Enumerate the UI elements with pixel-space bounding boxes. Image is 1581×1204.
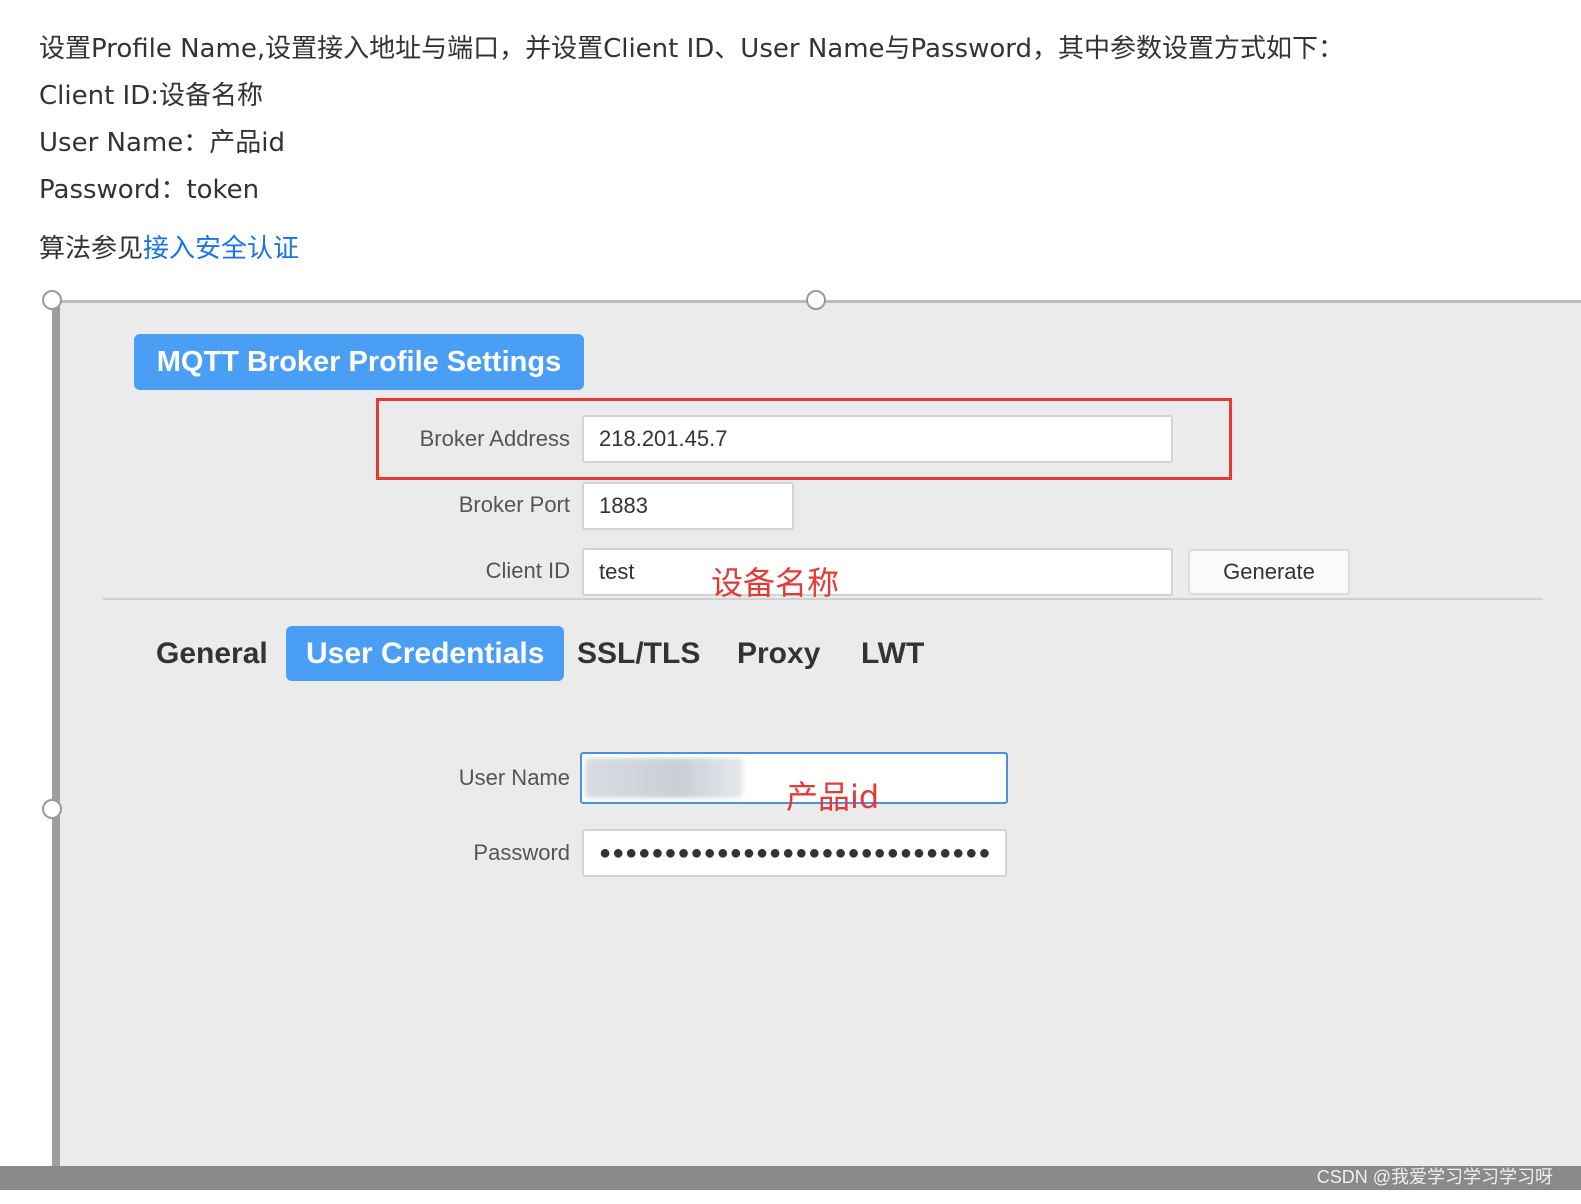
intro-line-4: Password：token	[39, 175, 260, 205]
profile-settings-title: MQTT Broker Profile Settings	[134, 334, 584, 390]
intro-algo-line: 算法参见接入安全认证	[39, 226, 1344, 273]
section-divider	[103, 598, 1543, 600]
password-label: Password	[473, 840, 570, 865]
security-auth-link[interactable]: 接入安全认证	[143, 234, 299, 264]
generate-button[interactable]: Generate	[1188, 549, 1350, 595]
csdn-watermark: CSDN @我爱学习学习学习呀	[1316, 1167, 1553, 1187]
intro-line-2: Client ID:设备名称	[39, 81, 263, 111]
resize-handle-left-middle[interactable]	[42, 799, 62, 819]
intro-text: 设置Profile Name,设置接入地址与端口，并设置Client ID、Us…	[39, 26, 1344, 273]
tab-proxy[interactable]: Proxy	[737, 626, 820, 681]
tab-lwt[interactable]: LWT	[861, 626, 924, 681]
user-name-annotation: 产品id	[786, 778, 880, 816]
algo-prefix: 算法参见	[39, 234, 144, 264]
highlight-box	[376, 398, 1232, 480]
tab-user-credentials[interactable]: User Credentials	[286, 626, 565, 681]
redacted-user-name	[585, 758, 743, 798]
tab-general[interactable]: General	[156, 626, 268, 681]
resize-handle-top-left[interactable]	[42, 290, 62, 310]
resize-handle-top-middle[interactable]	[806, 290, 826, 310]
client-id-field[interactable]: test	[582, 548, 1173, 596]
client-id-label: Client ID	[485, 558, 570, 583]
broker-port-label: Broker Port	[458, 492, 570, 517]
tab-ssl-tls[interactable]: SSL/TLS	[577, 626, 700, 681]
frame-left-border	[52, 300, 60, 1168]
broker-port-field[interactable]: 1883	[582, 482, 794, 530]
password-field[interactable]: ●●●●●●●●●●●●●●●●●●●●●●●●●●●●●●	[582, 829, 1007, 877]
user-name-label: User Name	[458, 765, 570, 790]
intro-line-3: User Name：产品id	[39, 128, 285, 158]
intro-line-1: 设置Profile Name,设置接入地址与端口，并设置Client ID、Us…	[39, 34, 1344, 64]
